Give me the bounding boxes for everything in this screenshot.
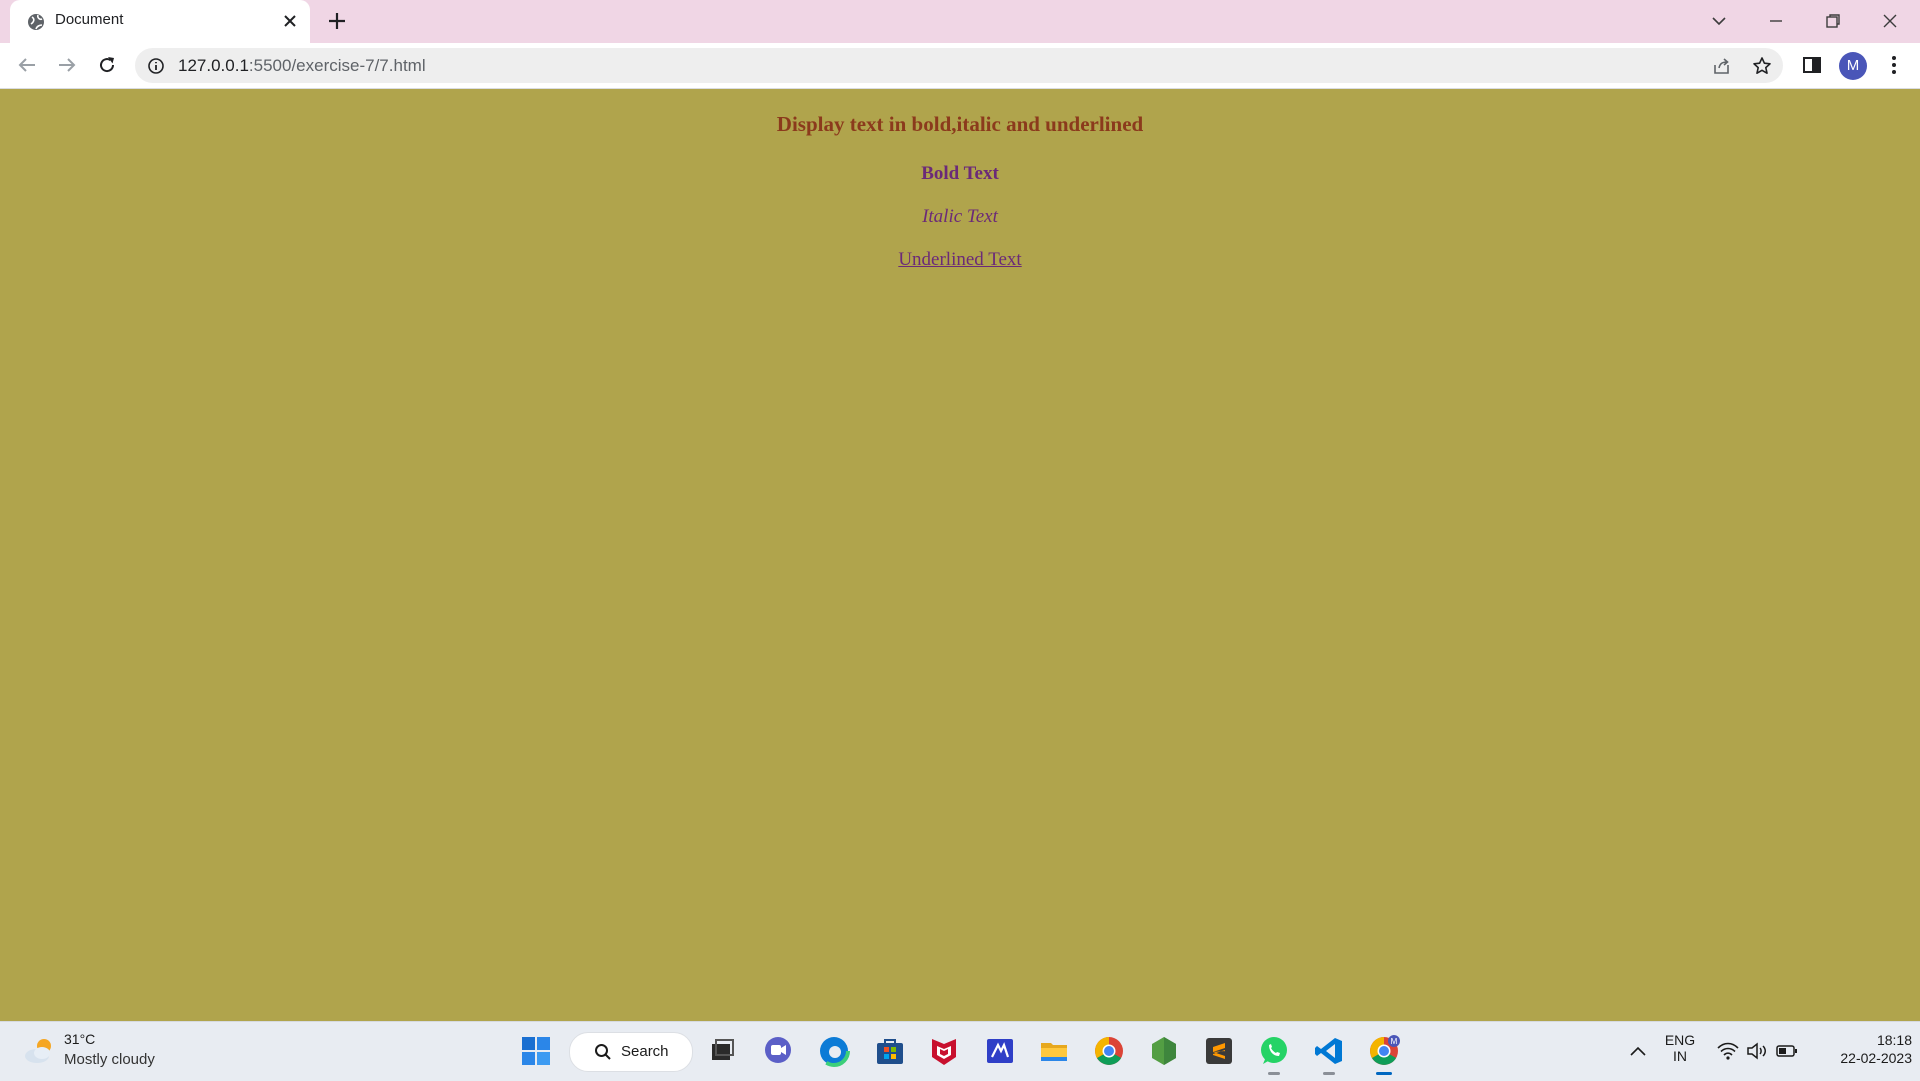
- url-path: :5500/exercise-7/7.html: [248, 56, 426, 75]
- tab-strip: Document: [0, 0, 1920, 43]
- italic-text: Italic Text: [922, 206, 998, 227]
- close-tab-icon[interactable]: [280, 11, 300, 31]
- restore-icon[interactable]: [1820, 8, 1846, 34]
- partly-cloudy-icon: [25, 1039, 51, 1063]
- side-panel-icon[interactable]: [1800, 53, 1824, 77]
- close-window-icon[interactable]: [1877, 8, 1903, 34]
- edge-icon[interactable]: [818, 1035, 850, 1067]
- svg-text:M: M: [1391, 1037, 1398, 1046]
- clock-date: 22-02-2023: [1840, 1050, 1912, 1066]
- language-region: IN: [1673, 1048, 1687, 1064]
- vscode-running-indicator: [1323, 1072, 1335, 1075]
- tab-title: Document: [55, 11, 124, 28]
- nodejs-icon[interactable]: [1148, 1035, 1180, 1067]
- whatsapp-running-indicator: [1268, 1072, 1280, 1075]
- page-heading: Display text in bold,italic and underlin…: [776, 112, 1144, 136]
- profile-avatar[interactable]: M: [1839, 52, 1867, 80]
- file-explorer-icon[interactable]: [1038, 1035, 1070, 1067]
- teams-chat-icon[interactable]: [762, 1035, 794, 1067]
- tab-search-chevron-icon[interactable]: [1706, 8, 1732, 34]
- whatsapp-icon[interactable]: [1258, 1035, 1290, 1067]
- minimize-icon[interactable]: [1763, 8, 1789, 34]
- chrome-active-indicator: [1376, 1072, 1392, 1075]
- back-arrow-icon[interactable]: [15, 53, 39, 77]
- forward-arrow-icon[interactable]: [55, 53, 79, 77]
- clock[interactable]: 18:18 22-02-2023: [1812, 1032, 1912, 1066]
- mcafee-icon[interactable]: [928, 1035, 960, 1067]
- windows-taskbar: 31°C Mostly cloudy Search M ENG IN 18:18…: [0, 1021, 1920, 1081]
- sublime-text-icon[interactable]: [1203, 1035, 1235, 1067]
- microsoft-store-icon[interactable]: [874, 1035, 906, 1067]
- site-info-icon[interactable]: [147, 57, 165, 75]
- share-icon[interactable]: [1711, 55, 1733, 77]
- battery-icon[interactable]: [1775, 1039, 1799, 1063]
- address-bar[interactable]: 127.0.0.1:5500/exercise-7/7.html: [135, 48, 1783, 83]
- new-tab-icon[interactable]: [326, 10, 348, 32]
- vscode-icon[interactable]: [1313, 1035, 1345, 1067]
- windows-start-icon[interactable]: [520, 1035, 552, 1067]
- globe-icon: [28, 14, 44, 30]
- weather-condition: Mostly cloudy: [64, 1051, 155, 1068]
- bookmark-star-icon[interactable]: [1751, 55, 1773, 77]
- language-indicator[interactable]: ENG IN: [1662, 1032, 1698, 1064]
- taskbar-search[interactable]: Search: [569, 1032, 693, 1072]
- page-viewport: Display text in bold,italic and underlin…: [0, 89, 1920, 1021]
- wifi-icon[interactable]: [1716, 1039, 1740, 1063]
- chevron-up-icon[interactable]: [1626, 1040, 1650, 1064]
- search-icon: [595, 1044, 611, 1060]
- menu-kebab-icon[interactable]: [1882, 53, 1906, 77]
- url-host: 127.0.0.1: [178, 56, 249, 75]
- url-text[interactable]: 127.0.0.1:5500/exercise-7/7.html: [178, 56, 426, 76]
- browser-toolbar: 127.0.0.1:5500/exercise-7/7.html M: [0, 43, 1920, 89]
- weather-temp: 31°C: [64, 1031, 96, 1047]
- volume-icon[interactable]: [1745, 1039, 1769, 1063]
- reload-icon[interactable]: [95, 53, 119, 77]
- chrome-profile-icon[interactable]: M: [1368, 1035, 1400, 1067]
- language-code: ENG: [1664, 1032, 1696, 1048]
- chrome-icon[interactable]: [1093, 1035, 1125, 1067]
- task-view-icon[interactable]: [706, 1035, 738, 1067]
- visual-studio-icon[interactable]: [984, 1035, 1016, 1067]
- bold-text: Bold Text: [921, 163, 999, 184]
- tab-document[interactable]: Document: [10, 0, 310, 43]
- underlined-text: Underlined Text: [898, 249, 1022, 270]
- clock-time: 18:18: [1876, 1032, 1912, 1048]
- search-label: Search: [621, 1043, 669, 1060]
